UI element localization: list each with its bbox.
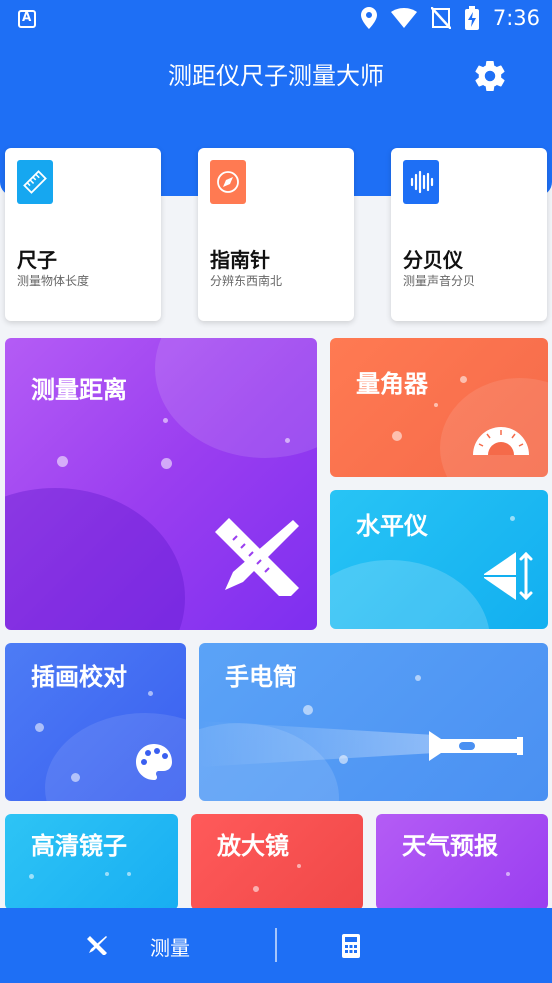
bottom-nav: 测量 <box>0 908 552 983</box>
decibel-card[interactable]: 分贝仪 测量声音分贝 <box>391 148 547 321</box>
magnifier-label: 放大镜 <box>217 832 289 860</box>
compass-icon <box>210 160 246 204</box>
weather-forecast-label: 天气预报 <box>402 832 498 860</box>
ruler-pencil-icon <box>215 518 299 596</box>
ruler-card-title: 尺子 <box>17 248 57 272</box>
level-tile[interactable]: 水平仪 <box>330 490 548 629</box>
battery-charging-icon <box>464 6 479 30</box>
flashlight-tile[interactable]: 手电筒 <box>199 643 548 801</box>
status-time: 7:36 <box>492 6 540 30</box>
calculator-icon <box>342 934 360 958</box>
tab-measure[interactable]: 测量 <box>80 908 230 983</box>
settings-gear-icon[interactable] <box>472 58 508 94</box>
ruler-pencil-icon <box>87 936 107 955</box>
protractor-tile[interactable]: 量角器 <box>330 338 548 477</box>
level-icon <box>484 551 533 601</box>
decibel-card-subtitle: 测量声音分贝 <box>403 274 476 288</box>
compass-card-subtitle: 分辨东西南北 <box>210 274 283 288</box>
notification-app-icon <box>18 10 36 28</box>
hd-mirror-label: 高清镜子 <box>31 832 127 860</box>
compass-card[interactable]: 指南针 分辨东西南北 <box>198 148 354 321</box>
sound-wave-icon <box>403 160 439 204</box>
measure-distance-tile[interactable]: 测量距离 <box>5 338 317 630</box>
hd-mirror-tile[interactable]: 高清镜子 <box>5 814 178 910</box>
compass-card-title: 指南针 <box>210 248 270 272</box>
wifi-icon <box>390 8 417 28</box>
flashlight-label: 手电筒 <box>225 663 297 691</box>
ruler-icon <box>17 160 53 204</box>
flashlight-icon <box>429 731 523 761</box>
magnifier-tile[interactable]: 放大镜 <box>191 814 363 910</box>
app-title: 测距仪尺子测量大师 <box>168 62 384 90</box>
palette-icon <box>136 744 172 780</box>
illustration-proofreading-label: 插画校对 <box>31 663 127 691</box>
ruler-card[interactable]: 尺子 测量物体长度 <box>5 148 161 321</box>
protractor-icon <box>473 427 529 455</box>
measure-distance-label: 测量距离 <box>31 376 127 404</box>
level-label: 水平仪 <box>356 512 428 540</box>
nav-divider <box>275 928 277 962</box>
tab-measure-label: 测量 <box>150 936 190 960</box>
ruler-card-subtitle: 测量物体长度 <box>17 274 90 288</box>
weather-forecast-tile[interactable]: 天气预报 <box>376 814 548 910</box>
decibel-card-title: 分贝仪 <box>403 248 463 272</box>
status-bar: 7:36 <box>0 0 552 38</box>
no-signal-icon <box>430 7 451 29</box>
tab-calculator[interactable] <box>300 908 420 983</box>
illustration-proofreading-tile[interactable]: 插画校对 <box>5 643 186 801</box>
protractor-label: 量角器 <box>356 370 428 398</box>
location-icon <box>360 7 377 29</box>
